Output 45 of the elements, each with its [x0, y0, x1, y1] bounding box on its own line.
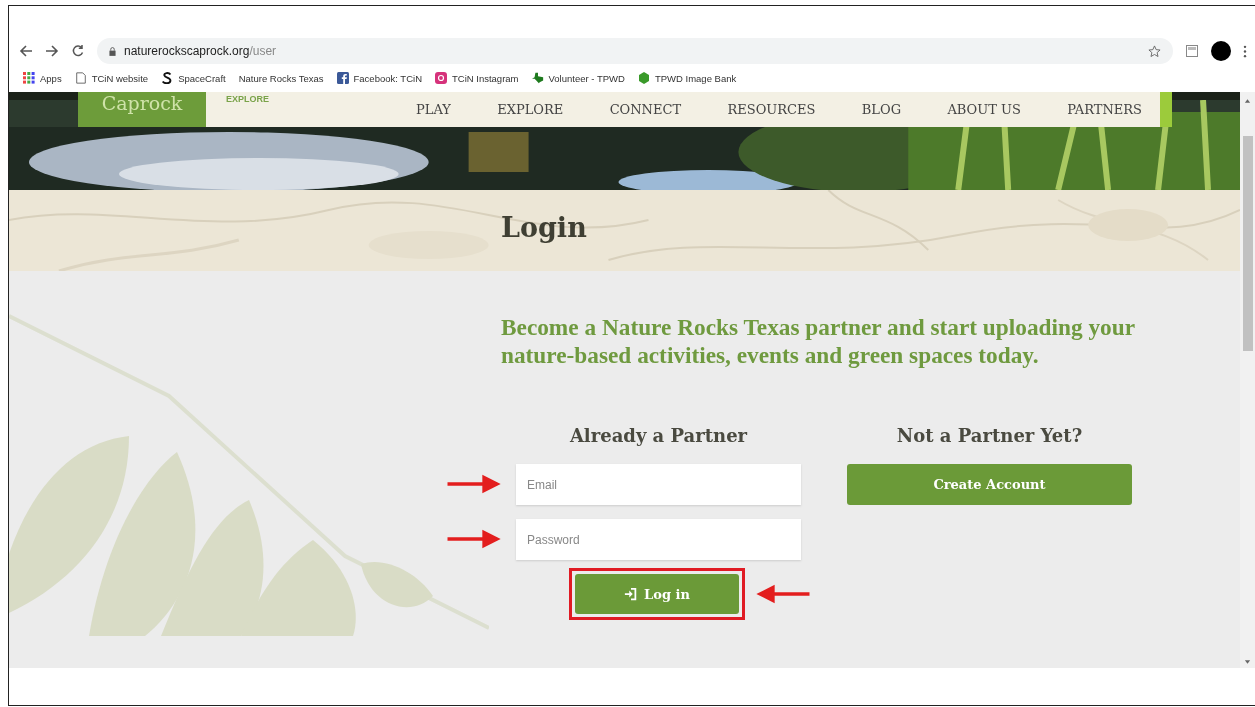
email-field[interactable]: Email [516, 464, 801, 505]
camera-icon [435, 72, 447, 84]
nav-link[interactable]: CONNECT [609, 102, 682, 117]
texas-shape-icon [531, 72, 544, 84]
bookmark-item[interactable]: Nature Rocks Texas [238, 72, 324, 84]
page-icon [74, 72, 87, 84]
nav-accent [1160, 92, 1172, 127]
nav-link[interactable]: RESOURCES [727, 102, 816, 117]
bookmark-item[interactable]: Volunteer - TPWD [548, 72, 625, 84]
nav-link[interactable]: ABOUT US [947, 102, 1021, 117]
scrollbar[interactable] [1240, 92, 1255, 668]
lock-icon [109, 46, 116, 56]
profile-avatar[interactable] [1211, 41, 1231, 61]
scroll-down-icon[interactable] [1244, 659, 1251, 665]
section-heading: Not a Partner Yet? [896, 425, 1083, 446]
password-field[interactable]: Password [516, 519, 801, 560]
url-text: naturerockscaprock.org/user [124, 44, 278, 58]
section-heading: Already a Partner [568, 425, 749, 446]
intro-text: Become a Nature Rocks Texas partner and start uploading your nature-based activities, events and green spaces today. [501, 313, 1136, 369]
back-icon[interactable] [19, 44, 33, 58]
menu-icon[interactable] [1243, 44, 1247, 58]
address-bar[interactable]: naturerockscaprock.org/user [97, 38, 1173, 64]
apps-grid-icon [23, 72, 35, 84]
sign-in-icon [624, 587, 639, 601]
star-icon[interactable] [1148, 44, 1161, 58]
bookmark-item[interactable]: TPWD Image Bank [654, 72, 737, 84]
bookmark-item[interactable]: SpaceCraft [178, 72, 226, 84]
bookmark-item[interactable]: TCiN Instagram [452, 72, 519, 84]
nav-link[interactable]: EXPLORE [497, 102, 564, 117]
page-title: Login [500, 211, 587, 243]
facebook-icon [336, 72, 349, 84]
logo-text: Caprock [101, 94, 183, 116]
nav-link[interactable]: PARTNERS [1067, 102, 1142, 117]
bookmark-item[interactable]: Facebook: TCiN [353, 72, 422, 84]
nav-link[interactable]: PLAY [416, 102, 451, 117]
s-logo-icon [161, 72, 174, 84]
bookmark-item[interactable]: TCiN website [91, 72, 149, 84]
scroll-thumb[interactable] [1242, 136, 1253, 351]
scroll-up-icon[interactable] [1244, 98, 1251, 104]
bookmark-item[interactable]: Apps [40, 72, 62, 84]
reload-icon[interactable] [71, 44, 85, 58]
forward-icon[interactable] [45, 44, 59, 58]
nav-link[interactable]: BLOG [861, 102, 902, 117]
logo-tagline: EXPLORE [226, 93, 270, 104]
hexagon-icon [637, 72, 650, 84]
